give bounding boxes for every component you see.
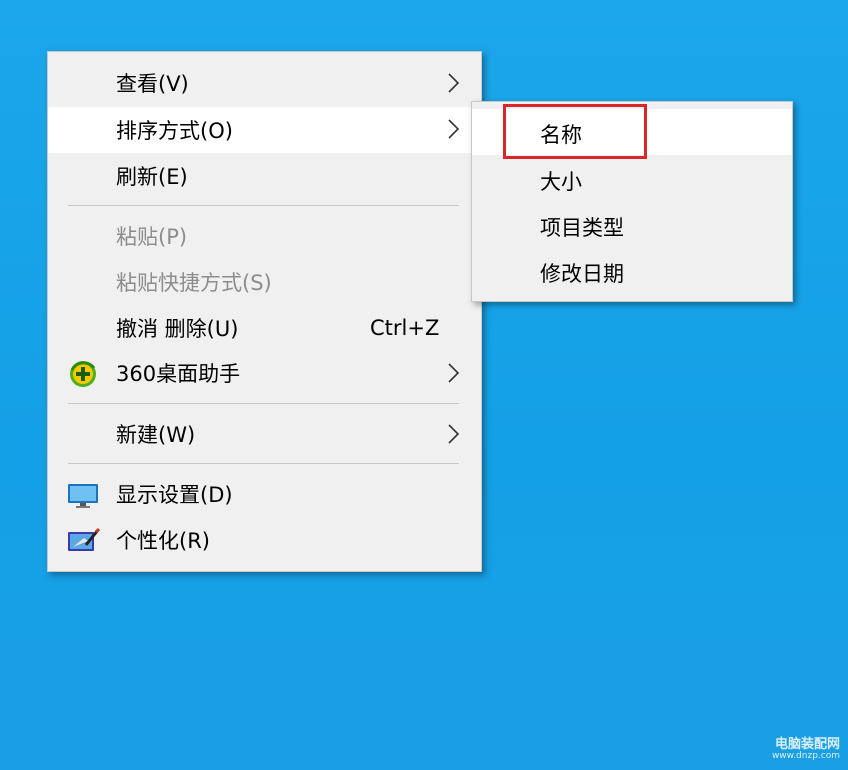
- menu-item-label: 粘贴(P): [116, 225, 188, 249]
- menu-separator: [68, 403, 459, 404]
- chevron-right-icon: [448, 363, 460, 383]
- menu-item-new[interactable]: 新建(W): [48, 412, 481, 456]
- watermark-url: www.dnzp.com: [771, 751, 840, 762]
- menu-item-label: 撤消 删除(U): [116, 317, 239, 341]
- menu-item-view[interactable]: 查看(V): [48, 61, 481, 105]
- submenu-item-label: 修改日期: [540, 262, 624, 286]
- menu-item-shortcut: Ctrl+Z: [370, 316, 440, 340]
- monitor-icon: [68, 484, 98, 508]
- submenu-item-date-modified[interactable]: 修改日期: [472, 248, 792, 294]
- menu-item-personalize[interactable]: 个性化(R): [48, 518, 481, 562]
- submenu-item-name[interactable]: 名称: [472, 109, 792, 155]
- menu-item-sort-by[interactable]: 排序方式(O): [48, 107, 481, 153]
- menu-item-paste-shortcut: 粘贴快捷方式(S): [48, 260, 481, 304]
- 360-assistant-icon: [70, 361, 96, 387]
- submenu-item-size[interactable]: 大小: [472, 156, 792, 202]
- personalize-icon: [68, 527, 100, 551]
- chevron-right-icon: [448, 119, 460, 139]
- sort-by-submenu: 名称 大小 项目类型 修改日期: [471, 101, 793, 302]
- menu-item-refresh[interactable]: 刷新(E): [48, 154, 481, 198]
- menu-item-label: 360桌面助手: [116, 362, 241, 386]
- submenu-item-label: 名称: [540, 123, 582, 147]
- menu-separator: [68, 205, 459, 206]
- menu-item-label: 新建(W): [116, 423, 196, 447]
- chevron-right-icon: [448, 424, 460, 444]
- menu-item-label: 显示设置(D): [116, 483, 233, 507]
- chevron-right-icon: [448, 73, 460, 93]
- menu-item-label: 个性化(R): [116, 529, 210, 553]
- menu-separator: [68, 463, 459, 464]
- submenu-item-label: 大小: [540, 170, 582, 194]
- menu-item-360-assistant[interactable]: 360桌面助手: [48, 351, 481, 395]
- submenu-item-label: 项目类型: [540, 216, 624, 240]
- menu-item-label: 粘贴快捷方式(S): [116, 271, 272, 295]
- watermark-title: 电脑装配网: [774, 736, 840, 752]
- menu-item-display-settings[interactable]: 显示设置(D): [48, 472, 481, 516]
- desktop-context-menu: 查看(V) 排序方式(O) 刷新(E) 粘贴(P) 粘贴快捷方式(S) 撤消 删…: [47, 51, 482, 572]
- menu-item-label: 排序方式(O): [116, 119, 233, 143]
- submenu-item-item-type[interactable]: 项目类型: [472, 202, 792, 248]
- watermark: 电脑装配网 www.dnzp.com: [771, 736, 840, 762]
- menu-item-label: 刷新(E): [116, 165, 188, 189]
- menu-item-label: 查看(V): [116, 72, 189, 96]
- menu-item-undo-delete[interactable]: 撤消 删除(U) Ctrl+Z: [48, 306, 481, 350]
- menu-item-paste: 粘贴(P): [48, 214, 481, 258]
